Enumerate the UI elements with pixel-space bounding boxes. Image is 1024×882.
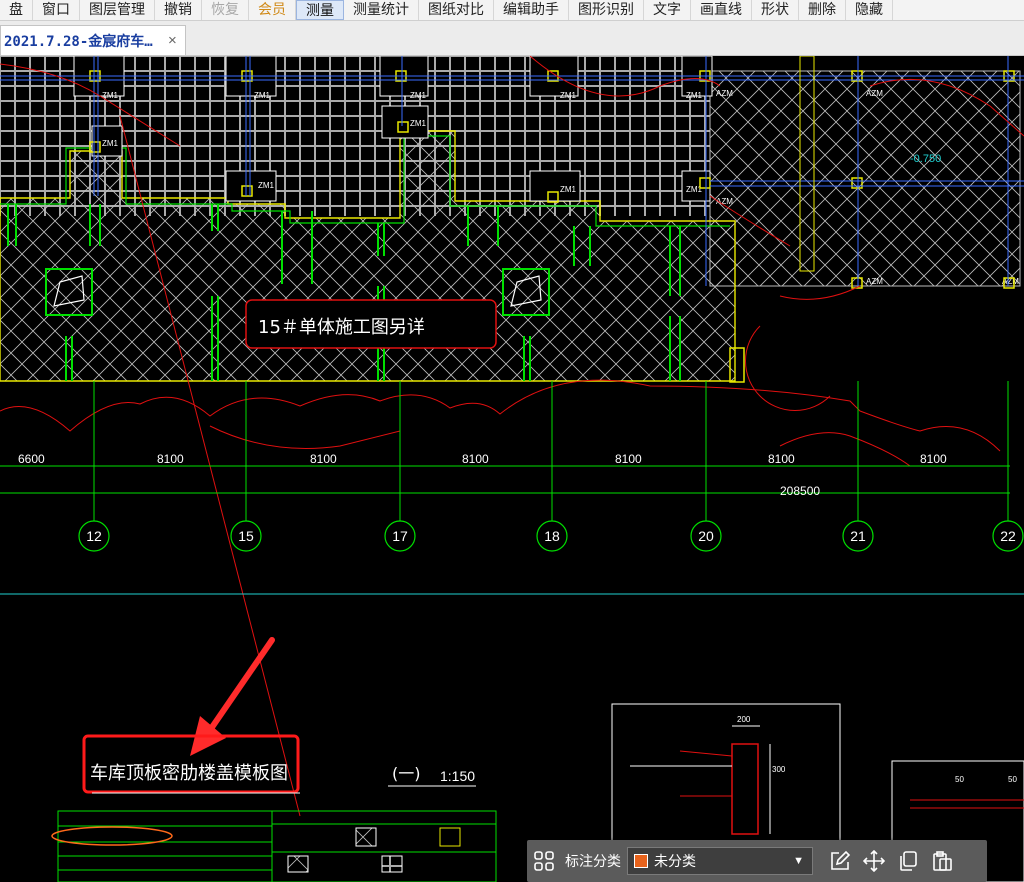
axis-label: 18 <box>544 528 560 544</box>
chevron-down-icon: ▼ <box>793 855 804 867</box>
svg-text:8100: 8100 <box>310 452 337 466</box>
svg-text:200: 200 <box>737 715 751 724</box>
svg-text:8100: 8100 <box>157 452 184 466</box>
tab-bar: 2021.7.28-金宸府车… × <box>0 21 1024 56</box>
svg-text:208500: 208500 <box>780 484 820 498</box>
svg-text:8100: 8100 <box>768 452 795 466</box>
drawing-tab[interactable]: 2021.7.28-金宸府车… × <box>0 25 186 55</box>
drawing-canvas[interactable]: ZM1 ZM1 ZM1 ZM1 ZM1 ZM1 ZM1 ZM1 ZM1 ZM1 … <box>0 56 1024 882</box>
svg-text:8100: 8100 <box>615 452 642 466</box>
svg-text:8100: 8100 <box>920 452 947 466</box>
svg-text:(一): (一) <box>392 764 421 783</box>
move-icon[interactable] <box>861 848 887 874</box>
svg-text:8100: 8100 <box>462 452 489 466</box>
svg-text:ZM1: ZM1 <box>560 91 577 100</box>
svg-text:300: 300 <box>772 765 786 774</box>
span-dimensions: 6600 8100 8100 8100 8100 8100 8100 20850… <box>18 452 947 498</box>
menu-bar: 盘窗口 图层管理 撤销 恢复 会员 测量 测量统计 图纸对比 编辑助手 图形识别 文字 画直线 形状 删除… <box>0 0 1024 21</box>
menu-item-7[interactable]: 测量统计 <box>344 0 419 20</box>
edit-icon[interactable] <box>827 848 853 874</box>
svg-text:ZM1: ZM1 <box>254 91 271 100</box>
grid-icon[interactable] <box>531 848 557 874</box>
axis-label: 22 <box>1000 528 1016 544</box>
axis-lines <box>0 381 1010 521</box>
menu-item-6[interactable]: 测量 <box>296 0 344 20</box>
cad-drawing: ZM1 ZM1 ZM1 ZM1 ZM1 ZM1 ZM1 ZM1 ZM1 ZM1 … <box>0 56 1024 882</box>
menu-item-1[interactable]: 窗口 <box>33 0 80 20</box>
annotation-arrow <box>203 637 275 739</box>
svg-text:AZM: AZM <box>866 89 883 98</box>
annotation-toolbar: 标注分类 未分类 ▼ <box>527 840 987 882</box>
menu-item-4[interactable]: 恢复 <box>202 0 249 20</box>
svg-text:ZM1: ZM1 <box>410 91 427 100</box>
menu-item-2[interactable]: 图层管理 <box>80 0 155 20</box>
note-box-text: 15＃单体施工图另详 <box>258 317 425 338</box>
axis-label: 20 <box>698 528 714 544</box>
menu-item-11[interactable]: 文字 <box>644 0 691 20</box>
category-value: 未分类 <box>654 853 696 869</box>
menu-item-9[interactable]: 编辑助手 <box>494 0 569 20</box>
svg-text:-0.750: -0.750 <box>910 153 941 165</box>
menu-item-8[interactable]: 图纸对比 <box>419 0 494 20</box>
category-select[interactable]: 未分类 ▼ <box>627 847 813 875</box>
menu-item-13[interactable]: 形状 <box>752 0 799 20</box>
copy-icon[interactable] <box>895 848 921 874</box>
svg-text:ZM1: ZM1 <box>102 139 119 148</box>
menu-item-14[interactable]: 删除 <box>799 0 846 20</box>
svg-text:6600: 6600 <box>18 452 45 466</box>
notes-table <box>57 810 497 882</box>
axis-label: 12 <box>86 528 102 544</box>
svg-text:ZM1: ZM1 <box>258 181 275 190</box>
menu-item-5[interactable]: 会员 <box>249 0 296 20</box>
drawing-title: 车库顶板密肋楼盖模板图 <box>90 763 288 784</box>
menu-item-15[interactable]: 隐藏 <box>846 0 893 20</box>
category-label: 标注分类 <box>565 853 621 869</box>
menu-item-12[interactable]: 画直线 <box>691 0 752 20</box>
menu-item-0[interactable]: 盘 <box>0 0 33 20</box>
svg-text:ZM1: ZM1 <box>560 185 577 194</box>
menu-item-3[interactable]: 撤销 <box>155 0 202 20</box>
menu-item-10[interactable]: 图形识别 <box>569 0 644 20</box>
svg-text:AZM: AZM <box>716 89 733 98</box>
svg-text:AZM: AZM <box>866 277 883 286</box>
tab-title: 2021.7.28-金宸府车… <box>4 33 153 50</box>
svg-text:50: 50 <box>1008 775 1017 784</box>
axis-label: 21 <box>850 528 866 544</box>
svg-text:50: 50 <box>955 775 964 784</box>
hatched-slab-right <box>709 70 1021 287</box>
axis-label: 17 <box>392 528 408 544</box>
paste-icon[interactable] <box>929 848 955 874</box>
close-icon[interactable]: × <box>168 32 177 49</box>
axis-label: 15 <box>238 528 254 544</box>
category-color-swatch <box>634 854 648 868</box>
drawing-scale: 1:150 <box>440 768 475 784</box>
svg-text:ZM1: ZM1 <box>686 91 703 100</box>
svg-text:ZM1: ZM1 <box>410 119 427 128</box>
